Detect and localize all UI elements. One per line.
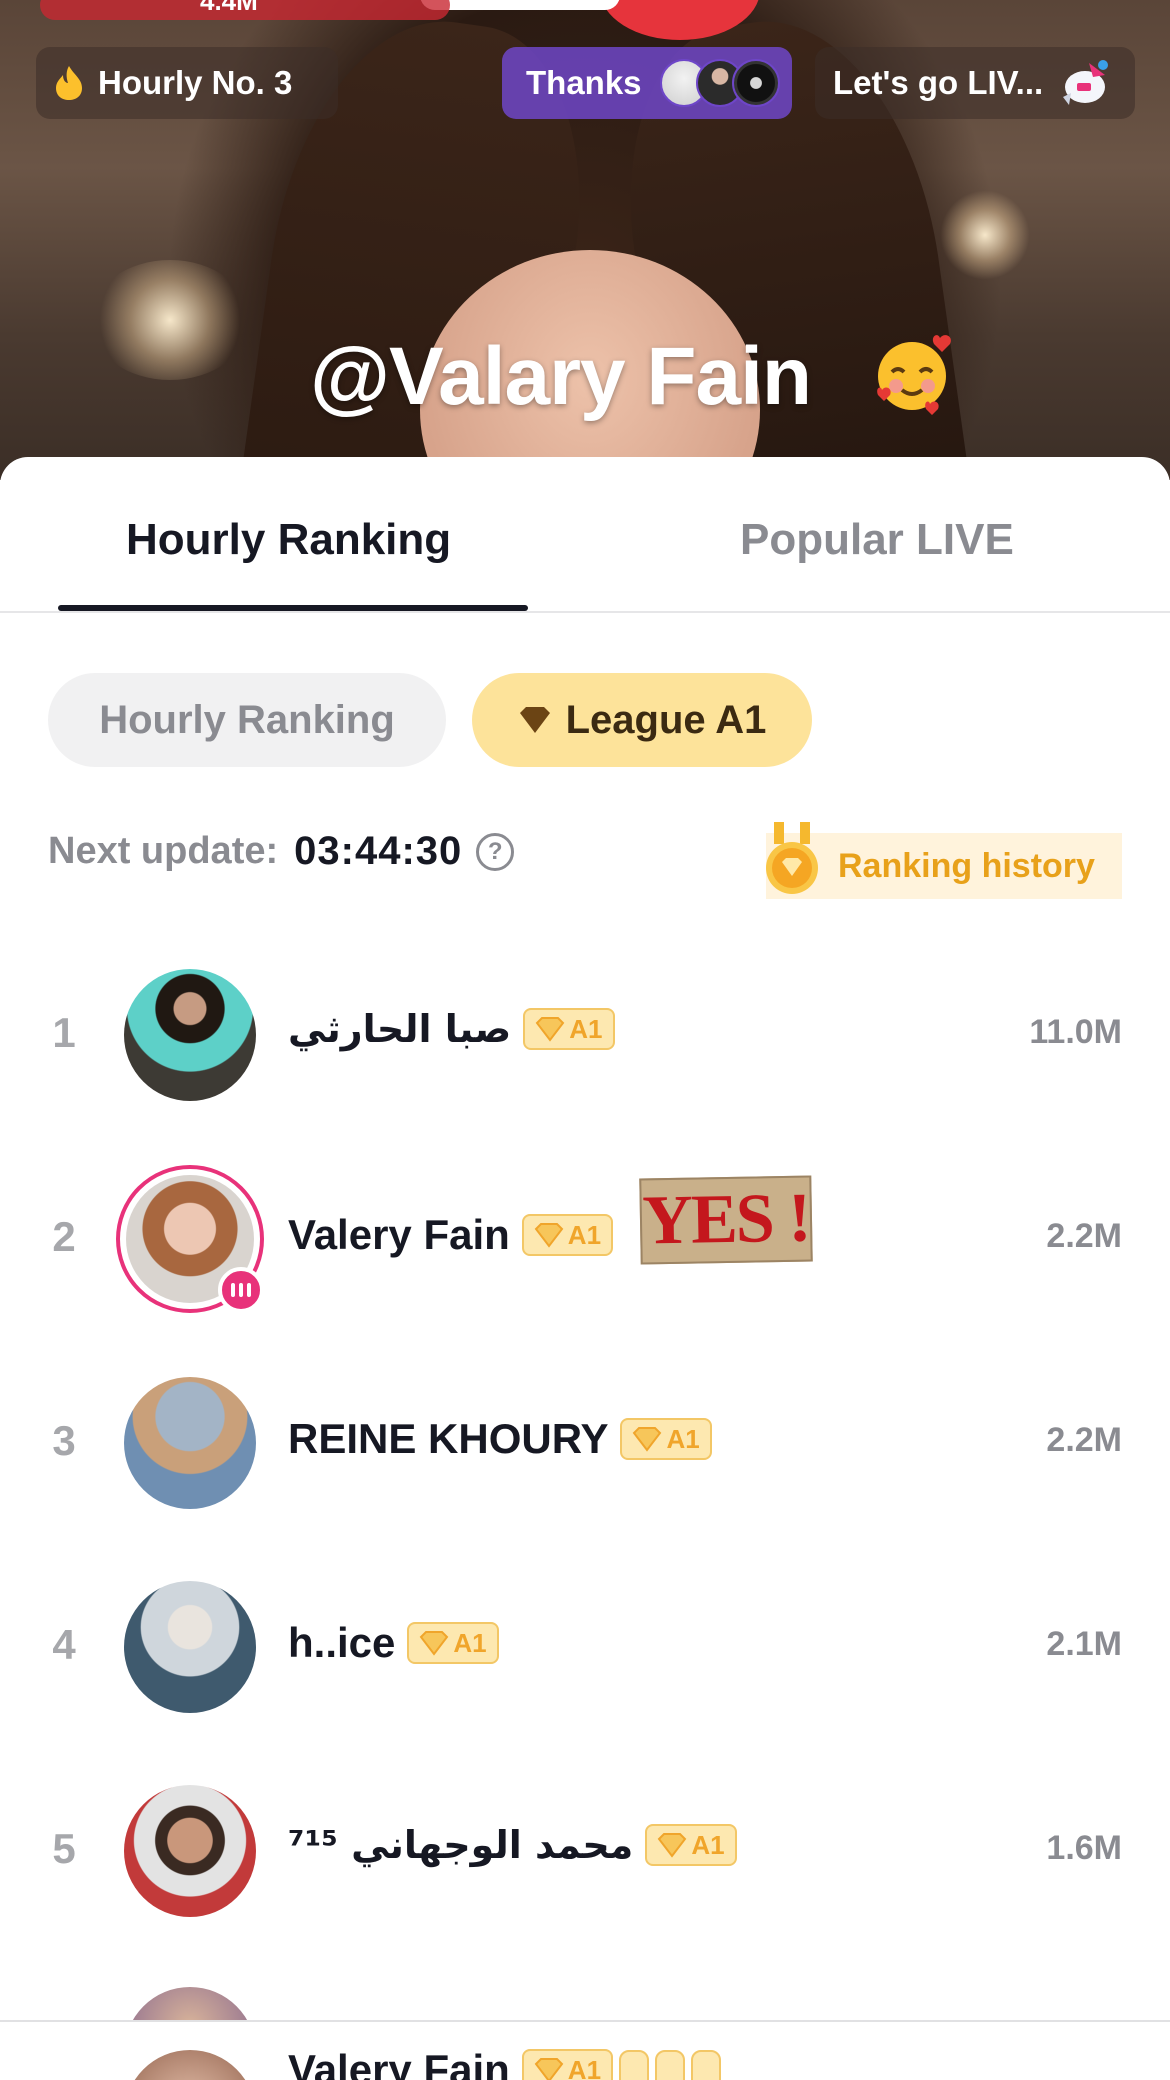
diamond-icon bbox=[535, 1017, 565, 1042]
chip-league-a1[interactable]: League A1 bbox=[472, 673, 812, 767]
avatar bbox=[124, 2050, 256, 2080]
host-info-strip[interactable]: 4.4M bbox=[40, 0, 450, 20]
help-icon[interactable]: ? bbox=[476, 832, 515, 871]
thanks-pill[interactable]: Thanks bbox=[502, 47, 792, 119]
level-badge-icon bbox=[619, 2050, 650, 2080]
user-name-text: صبا الحارثي bbox=[288, 1007, 512, 1051]
rank-number: 4 bbox=[52, 1621, 76, 1668]
ranking-history-button[interactable]: Ranking history bbox=[766, 822, 1122, 899]
ranked-user-name[interactable]: h..ice A1 bbox=[288, 1619, 499, 1667]
ranked-user-name[interactable]: REINE KHOURY A1 bbox=[288, 1415, 712, 1463]
ranking-filter-chips: Hourly Ranking League A1 bbox=[48, 673, 812, 767]
user-name-text: محمد الوجهاني ⁷¹⁵ bbox=[288, 1823, 634, 1867]
live-host-handle: @Valary Fain bbox=[310, 331, 812, 422]
level-badge-icon bbox=[655, 2050, 686, 2080]
rank-score: 11.0M bbox=[1029, 1013, 1122, 1051]
league-badge: A1 bbox=[523, 1008, 615, 1050]
smiling-face-with-hearts-icon bbox=[877, 335, 951, 415]
live-video-background: 4.4M Hourly No. 3 Thanks Let's go LIV...… bbox=[0, 0, 1170, 480]
ranking-row[interactable]: 3 REINE KHOURY A1 2.2M bbox=[0, 1371, 1170, 1511]
league-badge-label: A1 bbox=[567, 2054, 602, 2080]
active-tab-indicator bbox=[58, 605, 528, 611]
user-name-text: REINE KHOURY bbox=[288, 1415, 609, 1462]
follow-button-partial[interactable] bbox=[420, 0, 620, 10]
hourly-rank-pill[interactable]: Hourly No. 3 bbox=[36, 47, 338, 119]
avatar[interactable] bbox=[124, 1377, 256, 1509]
chip-league-label: League A1 bbox=[565, 697, 767, 742]
thanks-avatars bbox=[659, 59, 780, 107]
ranking-tabs: Hourly Ranking Popular LIVE bbox=[0, 457, 1170, 613]
ranking-row[interactable]: 4 h..ice A1 2.1M bbox=[0, 1575, 1170, 1715]
ranking-sheet: Hourly Ranking Popular LIVE Hourly Ranki… bbox=[0, 457, 1170, 2080]
league-badge: A1 bbox=[620, 1418, 712, 1460]
ranked-user-name[interactable]: Valery Fain A1 bbox=[288, 1211, 614, 1259]
ranked-user-name[interactable]: محمد الوجهاني ⁷¹⁵ A1 bbox=[288, 1823, 737, 1867]
league-badge-label: A1 bbox=[666, 1423, 700, 1454]
rank-score: 2.2M bbox=[1046, 1421, 1122, 1459]
avatar[interactable] bbox=[124, 1785, 256, 1917]
rank-score: 2.1M bbox=[1046, 1625, 1122, 1663]
user-name-text: h..ice bbox=[288, 1619, 396, 1666]
diamond-icon bbox=[420, 1631, 449, 1656]
league-badge-label: A1 bbox=[453, 1627, 487, 1658]
rank-number: 3 bbox=[52, 1417, 76, 1464]
diamond-icon bbox=[633, 1427, 662, 1452]
diamond-icon bbox=[519, 707, 550, 733]
rank-score: 2.2M bbox=[1046, 1217, 1122, 1255]
thanks-label: Thanks bbox=[526, 64, 642, 101]
medal-icon bbox=[766, 822, 818, 894]
league-badge: A1 bbox=[521, 1214, 614, 1256]
rank-number: 5 bbox=[52, 1825, 76, 1872]
go-live-pill[interactable]: Let's go LIV... bbox=[815, 47, 1135, 119]
league-badge: A1 bbox=[521, 2049, 614, 2080]
league-badge: A1 bbox=[645, 1824, 737, 1866]
tab-hourly-ranking[interactable]: Hourly Ranking bbox=[126, 515, 451, 565]
league-badge-label: A1 bbox=[567, 1219, 602, 1250]
level-badge-icon bbox=[691, 2050, 722, 2080]
top-count: 4.4M bbox=[200, 0, 258, 16]
user-name-text: Valery Fain bbox=[288, 2046, 510, 2080]
next-update-row: Next update: 03:44:30 ? bbox=[48, 829, 515, 874]
ranking-row[interactable]: 1 صبا الحارثي A1 11.0M bbox=[0, 963, 1170, 1103]
yes-sticker: YES ! bbox=[639, 1175, 813, 1265]
rocket-icon bbox=[1063, 60, 1109, 105]
ranking-row[interactable]: 2 Valery Fain A1 YES ! 2.2M bbox=[0, 1165, 1170, 1313]
avatar[interactable] bbox=[124, 969, 256, 1101]
diamond-icon bbox=[534, 1223, 564, 1248]
chandelier-light bbox=[940, 190, 1030, 280]
flame-icon bbox=[56, 66, 82, 100]
diamond-icon bbox=[657, 1833, 687, 1858]
ranked-user-name[interactable]: صبا الحارثي A1 bbox=[288, 1007, 615, 1051]
current-user-name: Valery Fain A1 bbox=[288, 2046, 722, 2080]
league-badge-label: A1 bbox=[691, 1829, 725, 1860]
avatar[interactable] bbox=[116, 1165, 264, 1313]
tab-popular-live[interactable]: Popular LIVE bbox=[740, 515, 1014, 565]
rank-number: 1 bbox=[52, 1009, 76, 1056]
live-indicator-icon bbox=[218, 1267, 264, 1313]
diamond-icon bbox=[534, 2058, 564, 2080]
chip-hourly-ranking[interactable]: Hourly Ranking bbox=[48, 673, 446, 767]
league-badge: A1 bbox=[407, 1622, 499, 1664]
next-update-label: Next update: bbox=[48, 830, 279, 872]
go-live-label: Let's go LIV... bbox=[833, 64, 1044, 101]
rank-score: 1.6M bbox=[1046, 1829, 1122, 1867]
rank-number: 2 bbox=[52, 1213, 76, 1260]
avatar[interactable] bbox=[124, 1581, 256, 1713]
user-name-text: Valery Fain bbox=[288, 1211, 510, 1258]
avatar bbox=[731, 59, 780, 107]
league-badge-label: A1 bbox=[569, 1013, 603, 1044]
hourly-rank-label: Hourly No. 3 bbox=[98, 64, 293, 101]
current-user-rank-bar[interactable]: Valery Fain A1 bbox=[0, 2020, 1170, 2080]
next-update-countdown: 03:44:30 bbox=[294, 829, 463, 873]
ranking-row[interactable]: 5 محمد الوجهاني ⁷¹⁵ A1 1.6M bbox=[0, 1779, 1170, 1919]
ranking-history-label: Ranking history bbox=[838, 846, 1095, 885]
chandelier-light bbox=[90, 260, 250, 380]
